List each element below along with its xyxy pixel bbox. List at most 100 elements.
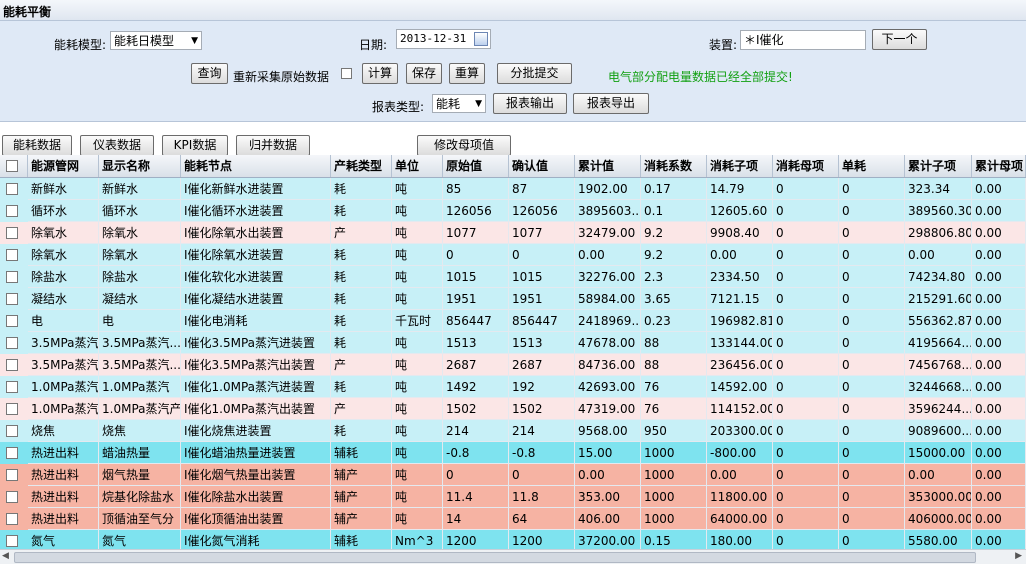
table-row[interactable]: 除氧水 除氧水 Ⅰ催化除氧水出装置产吨 1077 1077 32479.00 9.2 9908… [0,222,1026,244]
tab-meter-data[interactable]: 仪表数据 [80,135,154,156]
next-button[interactable]: 下一个 [872,29,927,50]
col-header-unit[interactable]: 单位 [392,155,443,177]
col-header-confirmed-value[interactable]: 确认值 [509,155,575,177]
col-header-cumulative-parent[interactable]: 累计母项 [972,155,1026,177]
table-row[interactable]: 1.0MPa蒸汽 1.0MPa蒸汽 Ⅰ催化1.0MPa蒸汽进装置耗吨 1492 192 4… [0,376,1026,398]
cell-confirmed-value: 1015 [509,266,575,288]
scrollbar-thumb[interactable] [14,552,976,563]
col-header-cumulative-child[interactable]: 累计子项 [905,155,972,177]
row-checkbox[interactable] [6,359,18,371]
col-header-display-name[interactable]: 显示名称 [99,155,181,177]
col-header-unit-consumption[interactable]: 单耗 [839,155,905,177]
cell-network: 3.5MPa蒸汽 [28,332,99,354]
cell-network: 烧焦 [28,420,99,442]
cell-cumulative-child: 3596244.... [905,398,972,420]
cell-cumulative-parent: 0.00 [972,354,1026,376]
table-row[interactable]: 新鲜水 新鲜水 Ⅰ催化新鲜水进装置耗吨 85 87 1902.00 0.17 14.79 0 0 3… [0,178,1026,200]
report-output-button[interactable]: 报表输出 [493,93,567,114]
cell-unit-consumption: 0 [839,376,905,398]
cell-cumulative-value: 84736.00 [575,354,641,376]
cell-cumulative-value: 32479.00 [575,222,641,244]
cell-cumulative-parent: 0.00 [972,244,1026,266]
cell-unit: 吨 [392,332,443,354]
date-input[interactable]: 2013-12-31 [396,29,491,49]
cell-consumption-child: 114152.00 [707,398,773,420]
col-header-network[interactable]: 能源管网 [28,155,99,177]
table-row[interactable]: 烧焦 烧焦 Ⅰ催化烧焦进装置耗吨 214 214 9568.00 950 203300.00 0… [0,420,1026,442]
col-header-node[interactable]: 能耗节点 [181,155,331,177]
query-button[interactable]: 查询 [191,63,228,84]
row-checkbox[interactable] [6,227,18,239]
cell-display-name: 除氧水 [99,244,181,266]
cell-coefficient: 1000 [641,508,707,530]
save-button[interactable]: 保存 [406,63,442,84]
cell-consumption-parent: 0 [773,442,839,464]
cell-type: 辅耗 [331,442,392,464]
row-checkbox[interactable] [6,535,18,547]
table-row[interactable]: 1.0MPa蒸汽 1.0MPa蒸汽产 Ⅰ催化1.0MPa蒸汽出装置产吨 1502 150… [0,398,1026,420]
cell-unit-consumption: 0 [839,310,905,332]
report-export-button[interactable]: 报表导出 [573,93,649,114]
select-all-checkbox[interactable] [6,160,18,172]
calendar-icon[interactable] [474,32,488,46]
recollect-checkbox[interactable] [341,68,352,79]
col-header-consumption-child[interactable]: 消耗子项 [707,155,773,177]
cell-unit: 吨 [392,288,443,310]
table-row[interactable]: 除盐水 除盐水 Ⅰ催化软化水进装置耗吨 1015 1015 32276.00 2.3 2334… [0,266,1026,288]
tab-merge-data[interactable]: 归并数据 [236,135,310,156]
device-input[interactable]: ＊Ⅰ催化 [740,30,866,50]
row-checkbox[interactable] [6,249,18,261]
table-row[interactable]: 热进出料 蜡油热量 Ⅰ催化蜡油热量进装置 辅耗吨 -0.8 -0.8 15.00 1000 -8… [0,442,1026,464]
row-checkbox[interactable] [6,205,18,217]
row-checkbox[interactable] [6,447,18,459]
cell-unit: 吨 [392,486,443,508]
table-row[interactable]: 3.5MPa蒸汽 3.5MPa蒸汽... Ⅰ催化3.5MPa蒸汽进装置耗吨 1513 1… [0,332,1026,354]
row-checkbox[interactable] [6,271,18,283]
table-row[interactable]: 电电 Ⅰ催化电消耗耗千瓦时 856447 856447 2418969.... 0.23 1… [0,310,1026,332]
table-row[interactable]: 除氧水 除氧水 Ⅰ催化除氧水进装置耗吨 0 0 0.00 9.2 0.00 0 0 0.00 0.00 [0,244,1026,266]
table-row[interactable]: 循环水 循环水 Ⅰ催化循环水进装置耗吨 126056 126056 3895603....… [0,200,1026,222]
table-row[interactable]: 凝结水 凝结水 Ⅰ催化凝结水进装置耗吨 1951 1951 58984.00 3.65 712… [0,288,1026,310]
cell-raw-value: 856447 [443,310,509,332]
cell-type: 耗 [331,266,392,288]
cell-raw-value: 1015 [443,266,509,288]
tab-kpi-data[interactable]: KPI数据 [162,135,228,156]
row-checkbox[interactable] [6,183,18,195]
col-header-type[interactable]: 产耗类型 [331,155,392,177]
row-checkbox[interactable] [6,491,18,503]
cell-cumulative-parent: 0.00 [972,442,1026,464]
col-header-consumption-parent[interactable]: 消耗母项 [773,155,839,177]
row-checkbox[interactable] [6,315,18,327]
window-title: 能耗平衡 [3,5,52,19]
scroll-right-icon[interactable]: ▶ [1015,551,1022,561]
batch-submit-button[interactable]: 分批提交 [497,63,572,84]
cell-cumulative-parent: 0.00 [972,486,1026,508]
col-header-raw-value[interactable]: 原始值 [443,155,509,177]
recalc-button[interactable]: 重算 [449,63,485,84]
table-row[interactable]: 热进出料 顶循油至气分 Ⅰ催化顶循油出装置 辅产吨 14 64 406.00 1000 6400… [0,508,1026,530]
cell-consumption-child: -800.00 [707,442,773,464]
report-type-select[interactable]: 能耗 ▼ [432,94,486,113]
col-header-coefficient[interactable]: 消耗系数 [641,155,707,177]
model-select[interactable]: 能耗日模型 ▼ [110,31,202,50]
row-checkbox[interactable] [6,469,18,481]
title-bar: 能耗平衡 [0,0,1026,21]
report-type-value: 能耗 [436,97,461,111]
tab-energy-data[interactable]: 能耗数据 [2,135,72,156]
scroll-left-icon[interactable]: ◀ [2,551,9,561]
cell-unit: 吨 [392,244,443,266]
table-row[interactable]: 3.5MPa蒸汽 3.5MPa蒸汽... Ⅰ催化3.5MPa蒸汽出装置产吨 2687 2… [0,354,1026,376]
cell-coefficient: 76 [641,398,707,420]
col-header-cumulative-value[interactable]: 累计值 [575,155,641,177]
table-row[interactable]: 热进出料 烟气热量 Ⅰ催化烟气热量出装置 辅产吨 0 0 0.00 1000 0.00 0 0 0.0… [0,464,1026,486]
edit-parent-button[interactable]: 修改母项值 [417,135,511,156]
horizontal-scrollbar[interactable]: ◀ ▶ [0,549,1026,564]
row-checkbox[interactable] [6,293,18,305]
table-row[interactable]: 热进出料 烷基化除盐水 Ⅰ催化除盐水出装置 辅产吨 11.4 11.8 353.00 1000… [0,486,1026,508]
row-checkbox[interactable] [6,403,18,415]
row-checkbox[interactable] [6,513,18,525]
row-checkbox[interactable] [6,337,18,349]
row-checkbox[interactable] [6,381,18,393]
calc-button[interactable]: 计算 [362,63,398,84]
row-checkbox[interactable] [6,425,18,437]
